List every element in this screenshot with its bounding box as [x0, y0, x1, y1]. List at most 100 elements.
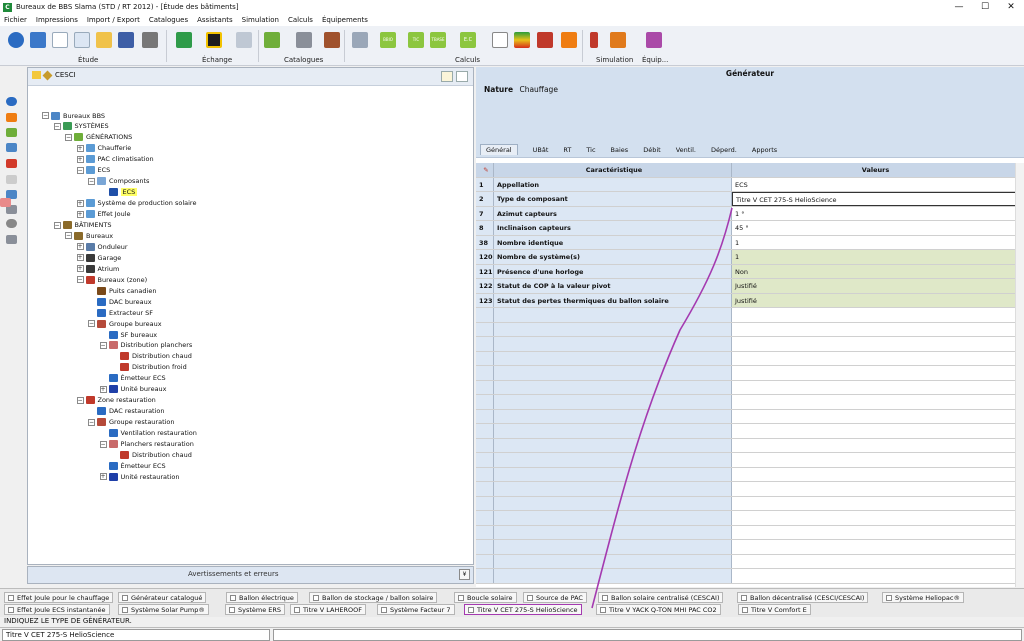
expand-icon[interactable]: + [76, 254, 84, 262]
tab-cesci[interactable]: CESCI [32, 70, 76, 80]
minimize-button[interactable]: — [946, 0, 972, 14]
palette-item[interactable]: Ballon décentralisé (CESCI/CESCAI) [737, 592, 869, 603]
collapse-icon[interactable]: − [76, 166, 84, 174]
tree-node[interactable]: DAC restauration [88, 406, 165, 417]
tree-node[interactable]: − ECS [76, 165, 110, 176]
import-icon[interactable] [176, 32, 192, 48]
grid-row[interactable]: 121 Présence d'une horloge Non [476, 264, 1016, 279]
palette-item[interactable]: Système ERS [225, 604, 286, 615]
palette-item[interactable]: Générateur catalogué [118, 592, 207, 603]
grid-row[interactable]: 1 Appellation ECS [476, 177, 1016, 192]
palette-item[interactable]: Effet Joule ECS instantanée [4, 604, 110, 615]
tools-icon[interactable] [296, 32, 312, 48]
tree-node[interactable]: Extracteur SF [88, 307, 153, 318]
edit-view-button[interactable] [441, 71, 453, 82]
row-value[interactable]: Justifié [732, 279, 1016, 293]
menu-catalogues[interactable]: Catalogues [149, 16, 188, 24]
menu-assistants[interactable]: Assistants [197, 16, 233, 24]
table-icon[interactable] [492, 32, 508, 48]
tree-node[interactable]: + Onduleur [76, 241, 128, 252]
row-value[interactable]: Justifié [732, 293, 1016, 307]
collapse-icon[interactable]: − [65, 232, 72, 240]
expand-icon[interactable]: + [76, 243, 84, 251]
tree-node[interactable]: − Composants [88, 176, 149, 187]
tree-node[interactable]: SF bureaux [100, 329, 157, 340]
close-button[interactable]: ✕ [998, 0, 1024, 14]
grid-icon[interactable] [6, 143, 17, 152]
tree-node[interactable]: + Garage [76, 252, 121, 263]
warning-icon[interactable] [561, 32, 577, 48]
grid-row[interactable]: 8 Inclinaison capteurs 45 ° [476, 221, 1016, 236]
tree-node[interactable]: − Groupe restauration [88, 417, 175, 428]
tree-node[interactable]: − SYSTÈMES [53, 121, 109, 132]
open-folder-icon[interactable] [96, 32, 112, 48]
tree-node[interactable]: Ventilation restauration [100, 428, 197, 439]
tree-node[interactable]: − BÂTIMENTS [53, 220, 111, 231]
catalogue-icon[interactable] [264, 32, 280, 48]
image-icon[interactable] [6, 235, 17, 244]
tree-node[interactable]: − GÉNÉRATIONS [65, 132, 132, 143]
info-icon[interactable] [6, 97, 17, 106]
ec-icon[interactable]: E.C [460, 32, 476, 48]
row-value[interactable]: 1 ° [732, 207, 1016, 221]
tree-node[interactable]: − Planchers restauration [99, 439, 194, 450]
network-icon[interactable] [236, 32, 252, 48]
palette-item[interactable]: Titre V CET 275-S HelioScience [464, 604, 582, 615]
collapse-icon[interactable]: − [88, 320, 95, 328]
help-icon[interactable] [8, 32, 24, 48]
tab-rt[interactable]: RT [563, 146, 571, 155]
warning-icon[interactable] [6, 113, 17, 122]
palette-item[interactable]: Source de PAC [523, 592, 587, 603]
expand-icon[interactable]: + [99, 473, 107, 481]
collapse-icon[interactable]: − [53, 122, 61, 130]
tab-baies[interactable]: Baies [611, 146, 629, 155]
tree-node[interactable]: − Groupe bureaux [88, 318, 162, 329]
menu-equipements[interactable]: Équipements [322, 16, 368, 24]
collapse-icon[interactable]: − [88, 177, 95, 185]
palette-item[interactable]: Titre V YACK Q-TON MHI PAC CO2 [596, 604, 721, 615]
grid-row[interactable]: 38 Nombre identique 1 [476, 235, 1016, 250]
palette-item[interactable]: Ballon solaire centralisé (CESCAI) [598, 592, 724, 603]
circle-icon[interactable] [6, 219, 17, 228]
collapse-icon[interactable]: − [88, 418, 95, 426]
tab-ubat[interactable]: UBât [533, 146, 549, 155]
palette-item[interactable]: Système Facteur 7 [377, 604, 455, 615]
calculator-icon[interactable] [352, 32, 368, 48]
expand-icon[interactable]: + [76, 199, 84, 207]
menu-fichier[interactable]: Fichier [4, 16, 27, 24]
palette-item[interactable]: Ballon électrique [226, 592, 298, 603]
tree-node[interactable]: − Distribution planchers [99, 340, 192, 351]
tree-node[interactable]: + Système de production solaire [76, 198, 196, 209]
expand-icon[interactable]: + [76, 265, 84, 273]
delete-icon[interactable] [6, 159, 17, 168]
library-icon[interactable] [324, 32, 340, 48]
equipment-icon[interactable] [646, 32, 662, 48]
tree-node[interactable]: DAC bureaux [88, 296, 152, 307]
collapse-icon[interactable]: − [65, 133, 72, 141]
row-value[interactable]: 45 ° [732, 221, 1016, 235]
palette-item[interactable]: Système Solar Pump® [118, 604, 209, 615]
tree-node[interactable]: − Bureaux BBS [42, 110, 105, 121]
highlight-icon[interactable] [0, 198, 11, 207]
tree-node[interactable]: Distribution chaud [111, 449, 192, 460]
tab-apports[interactable]: Apports [752, 146, 777, 155]
grid-scrollbar[interactable] [1015, 163, 1024, 587]
copy-icon[interactable] [6, 175, 17, 184]
tab-general[interactable]: Général [480, 144, 518, 155]
expand-icon[interactable]: + [99, 385, 107, 393]
tbase-icon[interactable]: TBASE [430, 32, 446, 48]
tree-node[interactable]: Distribution chaud [111, 351, 192, 362]
row-value[interactable]: Titre V CET 275-S HelioScience [732, 192, 1016, 206]
tree-node[interactable]: + Atrium [76, 263, 119, 274]
collapse-icon[interactable]: − [99, 440, 107, 448]
tree-node[interactable]: − Zone restauration [76, 395, 156, 406]
tree-node[interactable]: Puits canadien [88, 285, 156, 296]
tree-node[interactable]: + Chaufferie [76, 143, 131, 154]
print-icon[interactable] [142, 32, 158, 48]
palette-item[interactable]: Boucle solaire [454, 592, 517, 603]
collapse-icon[interactable]: − [42, 112, 49, 119]
energy-label-icon[interactable] [514, 32, 530, 48]
grid-row[interactable]: 2 Type de composant Titre V CET 275-S Heli… [476, 192, 1016, 207]
export-icon[interactable] [206, 32, 222, 48]
tab-debit[interactable]: Débit [643, 146, 661, 155]
